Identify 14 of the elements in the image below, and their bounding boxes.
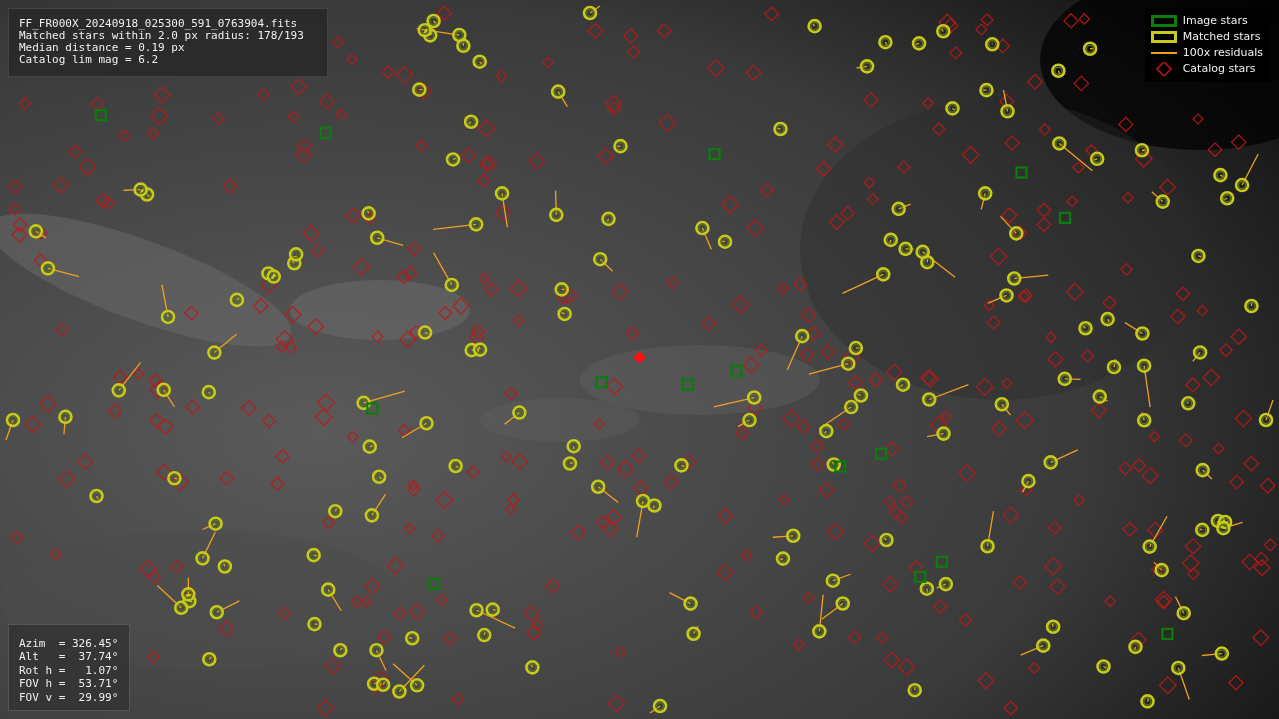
center-marker-icon <box>633 351 646 364</box>
legend-label: Matched stars <box>1182 30 1261 43</box>
pointing-line: Alt = 37.74° <box>19 650 119 664</box>
pointing-line: FOV v = 29.99° <box>19 690 119 704</box>
pointing-line: FOV h = 53.71° <box>19 677 119 691</box>
pointing-line: Rot h = 1.07° <box>19 663 119 677</box>
pointing-line: Azim = 326.45° <box>19 636 119 650</box>
info-line: Matched stars within 2.0 px radius: 178/193 <box>19 30 305 42</box>
info-line: Catalog lim mag = 6.2 <box>19 54 160 66</box>
legend-label: Image stars <box>1182 14 1248 27</box>
info-line: Median distance = 0.19 px <box>19 42 186 54</box>
legend-label: Catalog stars <box>1182 62 1256 75</box>
legend-label: 100x residuals <box>1182 46 1263 59</box>
info-line: FF_FR000X_20240918_025300_591_0763904.fits <box>19 18 299 30</box>
